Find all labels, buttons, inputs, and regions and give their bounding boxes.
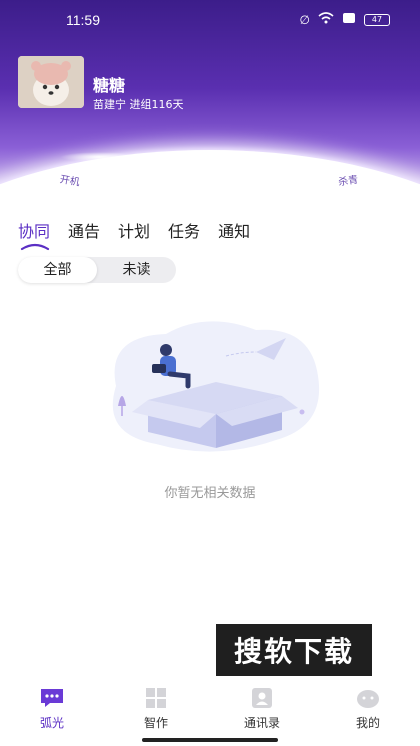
bottom-nav: 弧光 智作 通讯录 我的 bbox=[0, 680, 420, 746]
grid-icon bbox=[146, 688, 166, 708]
nav-label-arc: 弧光 bbox=[39, 716, 64, 730]
filter-all[interactable]: 全部 bbox=[18, 257, 97, 283]
user-subtitle: 苗建宁 进组116天 bbox=[93, 98, 184, 111]
tab-task[interactable]: 任务 bbox=[168, 218, 200, 242]
avatar[interactable] bbox=[18, 56, 84, 108]
battery-icon: 47 bbox=[364, 13, 390, 26]
tab-notification[interactable]: 通知 bbox=[218, 218, 250, 242]
profile-icon bbox=[357, 690, 379, 708]
arc-label-end: 杀青 bbox=[337, 174, 359, 189]
nav-label-contacts: 通讯录 bbox=[243, 716, 280, 730]
arc-label-start: 开机 bbox=[58, 174, 81, 189]
status-icons: ∅ 47 bbox=[300, 12, 390, 27]
nav-item-me[interactable]: 我的 bbox=[328, 686, 408, 731]
user-name: 糖糖 bbox=[93, 76, 126, 95]
nav-label-create: 智作 bbox=[143, 716, 168, 730]
status-bar: 11:59 ∅ 47 bbox=[0, 0, 420, 40]
filter-unread[interactable]: 未读 bbox=[97, 257, 176, 283]
contacts-icon bbox=[252, 688, 272, 708]
nav-item-arc[interactable]: 弧光 bbox=[12, 686, 92, 731]
sim-icon bbox=[342, 12, 356, 27]
home-indicator[interactable] bbox=[142, 738, 278, 742]
tab-plan[interactable]: 计划 bbox=[118, 218, 150, 242]
empty-state-message: 你暂无相关数据 bbox=[164, 486, 256, 501]
tab-notice[interactable]: 通告 bbox=[68, 218, 100, 242]
chat-bubble-icon bbox=[41, 689, 63, 707]
profile-header: 11:59 ∅ 47 糖糖 苗建宁 进组116天 开机 杀青 bbox=[0, 0, 420, 196]
nav-item-create[interactable]: 智作 bbox=[116, 686, 196, 731]
tab-bar: 协同 通告 计划 任务 通知 bbox=[18, 218, 250, 242]
read-filter: 全部 未读 bbox=[18, 257, 176, 283]
wifi-icon bbox=[318, 12, 334, 27]
status-time: 11:59 bbox=[66, 12, 100, 28]
nav-item-contacts[interactable]: 通讯录 bbox=[222, 686, 302, 731]
tab-collab[interactable]: 协同 bbox=[18, 218, 50, 242]
tab-active-indicator bbox=[20, 243, 50, 251]
arc-progress-marker bbox=[60, 152, 140, 162]
watermark-logo: 搜软下载 bbox=[216, 624, 372, 676]
mute-icon: ∅ bbox=[299, 12, 310, 27]
empty-box-illustration bbox=[112, 321, 320, 452]
nav-label-me: 我的 bbox=[355, 716, 380, 730]
